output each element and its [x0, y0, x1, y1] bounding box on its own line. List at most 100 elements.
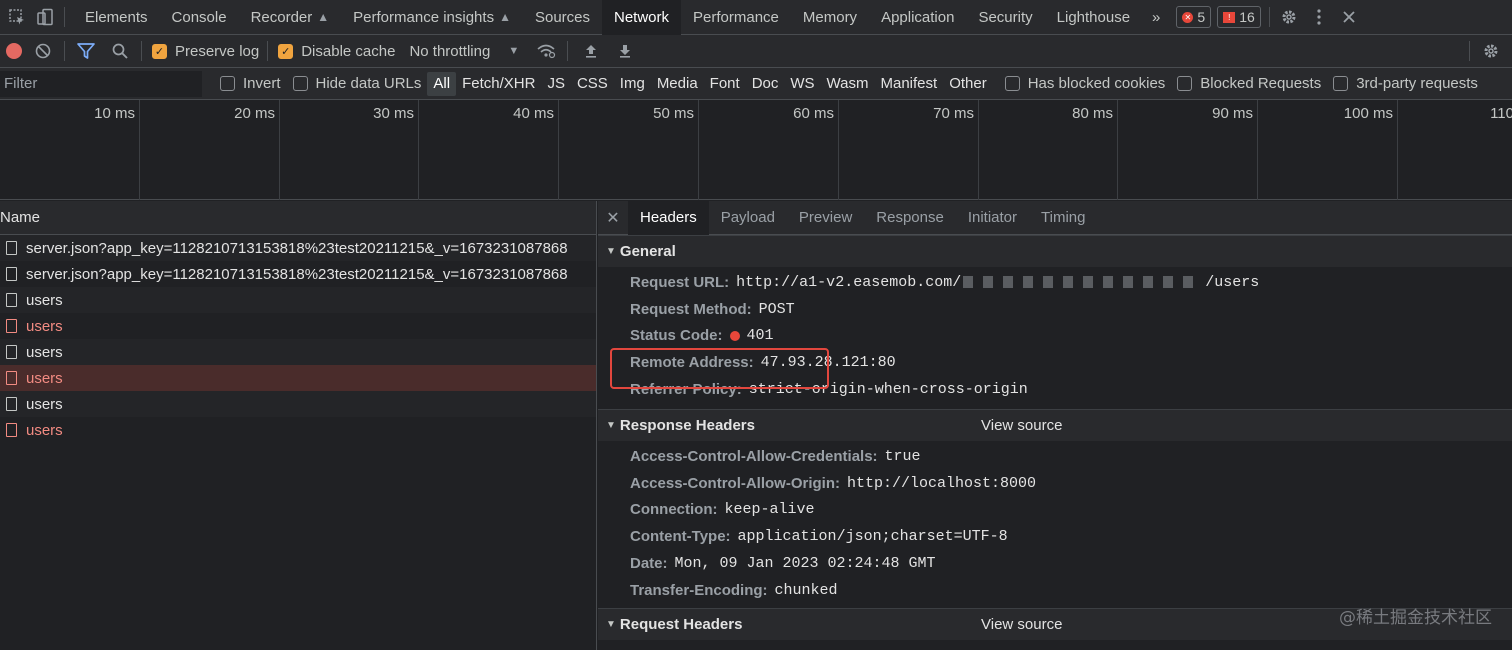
header-key: Access-Control-Allow-Credentials:: [630, 447, 878, 465]
network-settings-gear-icon[interactable]: [1478, 38, 1504, 64]
type-filter-font[interactable]: Font: [704, 72, 746, 96]
request-row[interactable]: users: [0, 365, 596, 391]
request-row[interactable]: server.json?app_key=1128210713153818%23t…: [0, 261, 596, 287]
blocked-requests-checkbox[interactable]: Blocked Requests: [1177, 75, 1321, 92]
header-value: http://localhost:8000: [847, 474, 1037, 492]
general-section-header[interactable]: ▼ General: [598, 235, 1512, 267]
detail-tab-payload[interactable]: Payload: [709, 201, 787, 235]
response-header-list: Access-Control-Allow-Credentials: true Acc…: [598, 441, 1512, 608]
header-value: Mon, 09 Jan 2023 02:24:48 GMT: [674, 555, 936, 573]
detail-tab-response[interactable]: Response: [864, 201, 956, 235]
has-blocked-cookies-checkbox[interactable]: Has blocked cookies: [1004, 75, 1165, 92]
type-filter-all[interactable]: All: [427, 71, 457, 96]
response-header-row: Access-Control-Allow-Origin: http://local…: [598, 470, 1512, 497]
close-detail-icon[interactable]: ✕: [598, 208, 628, 228]
filter-input[interactable]: Filter: [0, 70, 202, 97]
errors-badge[interactable]: ✕ 5: [1176, 6, 1212, 28]
throttling-select[interactable]: No throttling ▼: [409, 43, 519, 60]
response-view-source-link[interactable]: View source: [981, 417, 1062, 434]
tab-label: Performance insights: [353, 8, 495, 26]
tick-label: 110: [1490, 105, 1512, 122]
experiment-flask-icon: ▲: [317, 10, 330, 24]
third-party-checkbox[interactable]: 3rd-party requests: [1333, 75, 1478, 92]
tab-performance[interactable]: Performance: [681, 0, 791, 35]
hide-data-urls-checkbox[interactable]: Hide data URLs: [292, 75, 421, 92]
header-value: true: [884, 447, 921, 465]
more-tabs-button[interactable]: »: [1142, 0, 1170, 35]
tab-console[interactable]: Console: [160, 0, 239, 35]
close-devtools-icon[interactable]: [1338, 6, 1360, 28]
settings-gear-icon[interactable]: [1278, 6, 1300, 28]
type-filter-media[interactable]: Media: [651, 72, 704, 96]
request-name: users: [26, 343, 63, 361]
type-filter-css[interactable]: CSS: [571, 72, 614, 96]
request-row[interactable]: users: [0, 313, 596, 339]
type-filter-other[interactable]: Other: [943, 72, 993, 96]
request-row[interactable]: users: [0, 339, 596, 365]
type-filter-wasm[interactable]: Wasm: [821, 72, 875, 96]
preserve-log-checkbox[interactable]: ✓ Preserve log: [152, 43, 259, 60]
divider: [567, 41, 569, 61]
kebab-menu-icon[interactable]: [1308, 6, 1330, 28]
type-filter-js[interactable]: JS: [541, 72, 571, 96]
redacted-url-segment: [963, 276, 1204, 289]
device-toolbar-icon[interactable]: [34, 6, 56, 28]
tab-performance-insights[interactable]: Performance insights ▲: [341, 0, 523, 35]
request-url-row: Request URL: http://a1-v2.easemob.com/ /…: [598, 269, 1512, 296]
tab-label: Network: [614, 8, 670, 26]
tab-application[interactable]: Application: [869, 0, 966, 35]
request-view-source-link[interactable]: View source: [981, 616, 1062, 633]
record-button[interactable]: [6, 43, 22, 59]
header-key: Transfer-Encoding:: [630, 581, 768, 599]
preserve-log-label: Preserve log: [175, 42, 260, 60]
filter-funnel-icon[interactable]: [73, 38, 99, 64]
document-icon: [6, 319, 17, 333]
network-conditions-wifi-icon[interactable]: [533, 38, 559, 64]
search-icon[interactable]: [107, 38, 133, 64]
request-row[interactable]: users: [0, 391, 596, 417]
detail-tab-list: Headers Payload Preview Response Initiator Ti…: [628, 200, 1097, 235]
type-filter-ws[interactable]: WS: [784, 72, 820, 96]
invert-checkbox[interactable]: Invert: [220, 75, 281, 92]
type-filter-manifest[interactable]: Manifest: [875, 72, 944, 96]
network-toolbar: ✓ Preserve log ✓ Disable cache No thrott…: [0, 35, 1512, 68]
header-key: Date:: [630, 555, 668, 573]
request-list: Name server.json?app_key=112821071315381…: [0, 201, 597, 650]
tab-sources[interactable]: Sources: [523, 0, 602, 35]
tab-label: Console: [171, 8, 227, 26]
detail-tab-headers[interactable]: Headers: [628, 200, 709, 235]
detail-tab-initiator[interactable]: Initiator: [956, 201, 1029, 235]
general-title: General: [619, 243, 676, 260]
inspect-element-icon[interactable]: [6, 6, 28, 28]
response-header-row: Transfer-Encoding: chunked: [598, 577, 1512, 604]
type-filter-doc[interactable]: Doc: [746, 72, 785, 96]
tab-memory[interactable]: Memory: [791, 0, 869, 35]
tab-lighthouse[interactable]: Lighthouse: [1045, 0, 1142, 35]
request-method-key: Request Method:: [630, 300, 752, 318]
export-har-icon[interactable]: [612, 38, 638, 64]
tab-label: Elements: [85, 8, 148, 26]
detail-tab-preview[interactable]: Preview: [787, 201, 864, 235]
type-filter-fetch-xhr[interactable]: Fetch/XHR: [456, 72, 541, 96]
name-column-header[interactable]: Name: [0, 201, 596, 235]
collapse-triangle-icon: ▼: [606, 246, 616, 257]
request-row[interactable]: users: [0, 287, 596, 313]
divider: [267, 41, 269, 61]
issues-badge[interactable]: ! 16: [1217, 6, 1261, 28]
tab-security[interactable]: Security: [966, 0, 1044, 35]
clear-icon[interactable]: [30, 38, 56, 64]
request-row[interactable]: server.json?app_key=1128210713153818%23t…: [0, 235, 596, 261]
tab-recorder[interactable]: Recorder ▲: [239, 0, 342, 35]
collapse-triangle-icon: ▼: [606, 618, 616, 630]
request-row[interactable]: users: [0, 417, 596, 443]
response-headers-section-header[interactable]: ▼ Response Headers View source: [598, 408, 1512, 441]
tab-network[interactable]: Network: [602, 0, 682, 35]
disable-cache-checkbox[interactable]: ✓ Disable cache: [278, 43, 395, 60]
tab-elements[interactable]: Elements: [73, 0, 160, 35]
import-har-icon[interactable]: [578, 38, 604, 64]
detail-tab-timing[interactable]: Timing: [1029, 201, 1097, 235]
request-name: server.json?app_key=1128210713153818%23t…: [26, 239, 568, 257]
timeline-overview[interactable]: 10 ms 20 ms 30 ms 40 ms 50 ms 60 ms 70 ms 80 ms…: [0, 100, 1512, 200]
document-icon: [6, 371, 17, 385]
type-filter-img[interactable]: Img: [614, 72, 651, 96]
